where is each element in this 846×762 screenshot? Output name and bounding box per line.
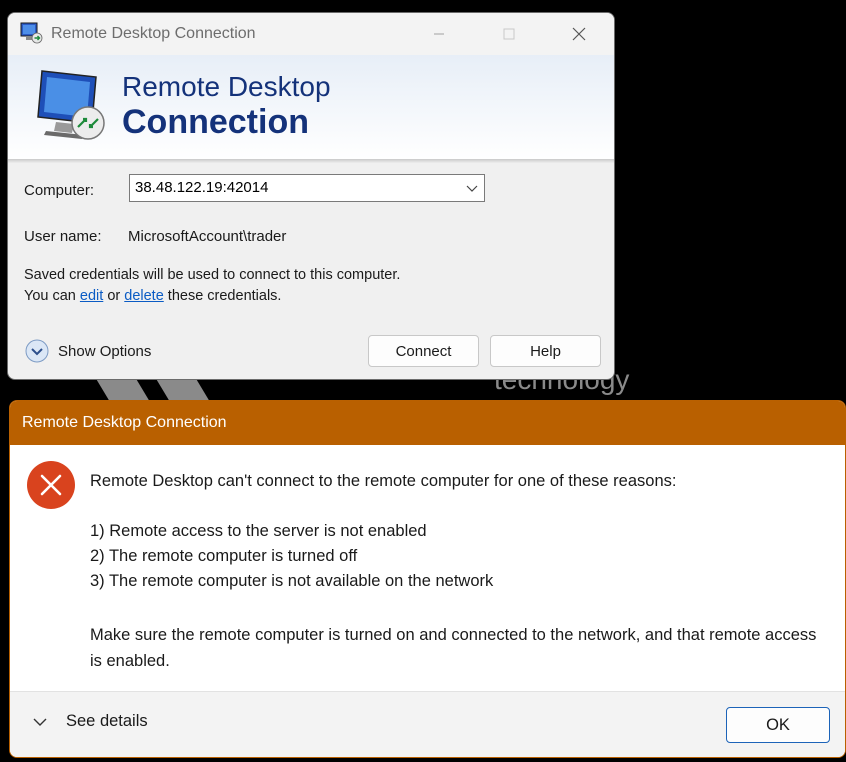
- credentials-suffix: these credentials.: [163, 288, 282, 304]
- credentials-notice: Saved credentials will be used to connec…: [24, 267, 401, 283]
- rdc-banner: Remote Desktop Connection: [8, 55, 614, 159]
- remote-desktop-monitor-icon: [37, 70, 105, 140]
- show-options-label: Show Options: [58, 342, 152, 360]
- rdc-titlebar[interactable]: Remote Desktop Connection: [8, 13, 614, 55]
- maximize-button[interactable]: [486, 19, 532, 49]
- banner-title-line1: Remote Desktop: [122, 71, 331, 102]
- error-footer: See details OK: [10, 691, 845, 757]
- see-details-toggle[interactable]: See details: [32, 712, 148, 731]
- close-icon: [572, 27, 586, 41]
- error-icon: [27, 461, 75, 509]
- error-dialog-title: Remote Desktop Connection: [22, 414, 227, 431]
- error-titlebar[interactable]: Remote Desktop Connection: [10, 401, 845, 445]
- ok-button[interactable]: OK: [726, 707, 830, 743]
- username-label: User name:: [24, 228, 102, 245]
- chevron-down-icon[interactable]: [466, 182, 478, 194]
- close-button[interactable]: [556, 19, 602, 49]
- username-value: MicrosoftAccount\trader: [128, 228, 287, 245]
- delete-credentials-link[interactable]: delete: [124, 288, 164, 304]
- expand-circle-icon[interactable]: [24, 338, 50, 364]
- error-advice: Make sure the remote computer is turned …: [90, 626, 817, 670]
- credentials-prefix: You can: [24, 288, 80, 304]
- see-details-label: See details: [66, 712, 148, 730]
- help-button[interactable]: Help: [490, 335, 601, 367]
- computer-label: Computer:: [24, 182, 95, 199]
- error-reason: 2) The remote computer is turned off: [90, 547, 358, 565]
- rdc-window-title: Remote Desktop Connection: [51, 25, 256, 42]
- computer-input[interactable]: 38.48.122.19:42014: [135, 179, 268, 196]
- credentials-actions: You can edit or delete these credentials…: [24, 288, 281, 304]
- rdc-window: Remote Desktop Connection Remote Desktop…: [7, 12, 615, 380]
- banner-title-line2: Connection: [122, 103, 309, 141]
- chevron-down-icon: [33, 718, 47, 726]
- remote-desktop-icon: [20, 22, 43, 44]
- connect-button[interactable]: Connect: [368, 335, 479, 367]
- error-reason: 1) Remote access to the server is not en…: [90, 522, 427, 540]
- error-message: Remote Desktop can't connect to the remo…: [90, 472, 677, 490]
- show-options-toggle[interactable]: Show Options: [24, 338, 151, 364]
- credentials-or: or: [103, 288, 125, 304]
- banner-divider: [8, 159, 614, 163]
- minimize-icon: [434, 33, 444, 35]
- maximize-icon: [503, 28, 515, 40]
- computer-combobox[interactable]: 38.48.122.19:42014: [129, 174, 485, 202]
- minimize-button[interactable]: [416, 19, 462, 49]
- error-reason: 3) The remote computer is not available …: [90, 572, 494, 590]
- error-dialog: Remote Desktop Connection Remote Desktop…: [9, 400, 846, 758]
- edit-credentials-link[interactable]: edit: [80, 288, 103, 304]
